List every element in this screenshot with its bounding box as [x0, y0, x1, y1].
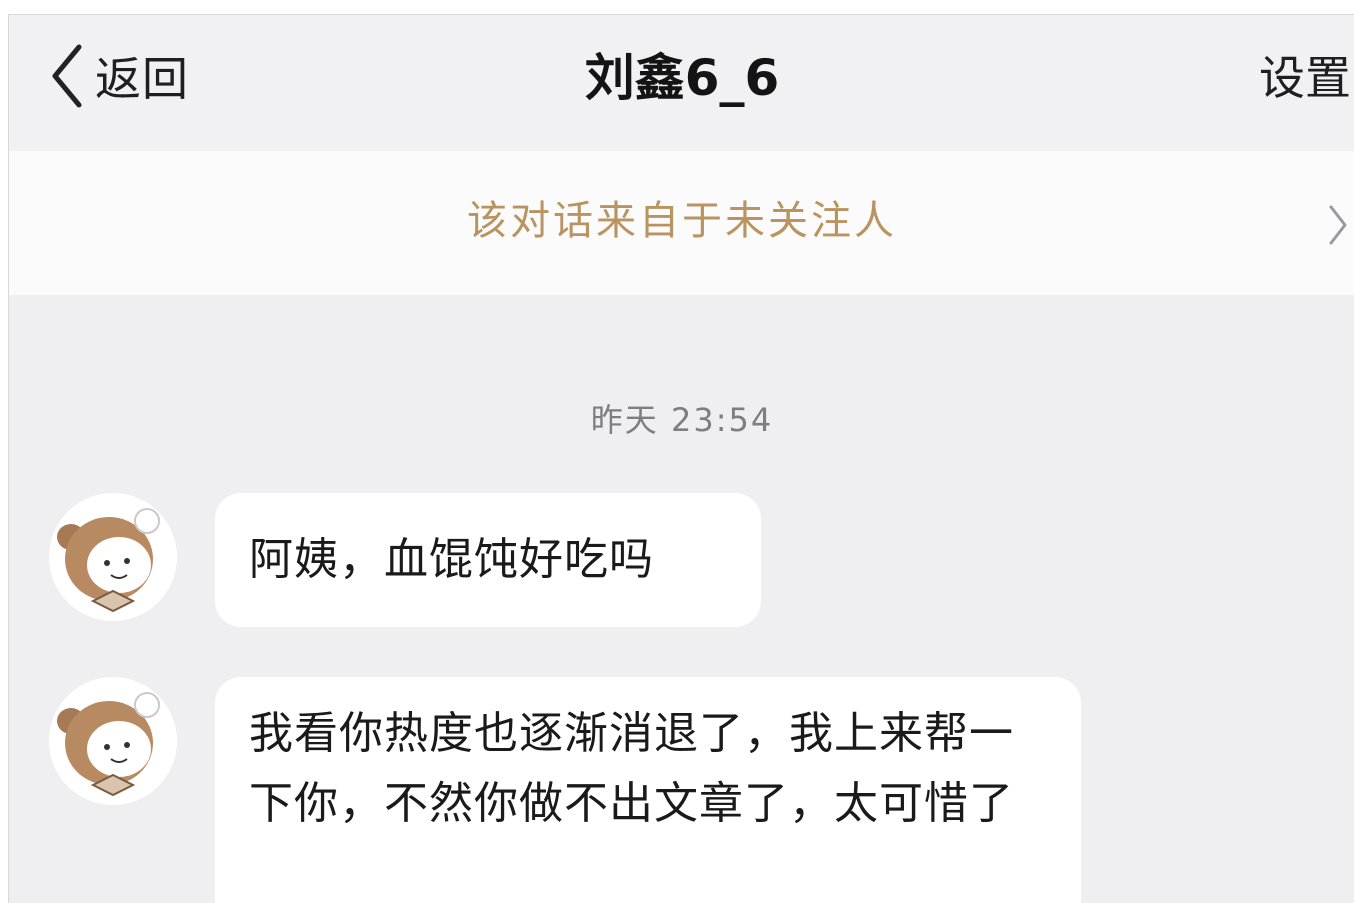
- settings-button[interactable]: 设置: [1259, 43, 1351, 113]
- cartoon-bear-avatar-icon[interactable]: [49, 677, 177, 805]
- page-title: 刘鑫6_6: [584, 49, 780, 107]
- message-bubble[interactable]: 阿姨，血馄饨好吃吗: [215, 493, 761, 627]
- message-bubble[interactable]: 我看你热度也逐渐消退了，我上来帮一下你，不然你做不出文章了，太可惜了: [215, 677, 1081, 903]
- stranger-notice-bar[interactable]: 该对话来自于未关注人: [9, 151, 1354, 295]
- chevron-right-icon: [1327, 203, 1349, 251]
- message-timestamp: 昨天 23:54: [590, 401, 774, 439]
- chat-screen: 返回 刘鑫6_6 设置 该对话来自于未关注人 昨天 23:54 阿姨，血馄饨好吃…: [8, 14, 1354, 903]
- cartoon-bear-avatar-icon[interactable]: [49, 493, 177, 621]
- notice-text: 该对话来自于未关注人: [467, 198, 897, 244]
- nav-header: 返回 刘鑫6_6 设置: [9, 15, 1354, 151]
